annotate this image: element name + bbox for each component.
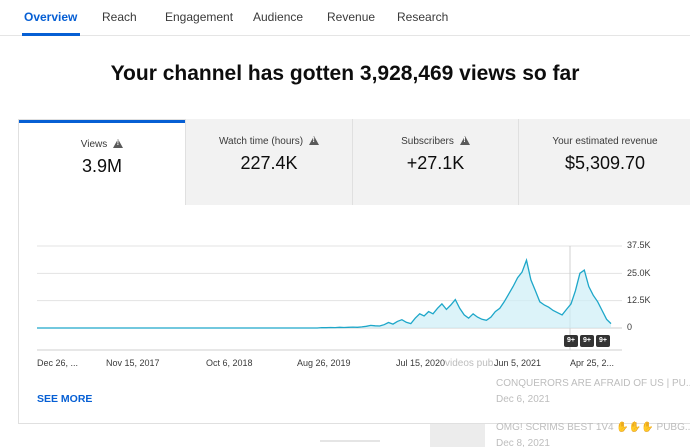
video-publish-marker[interactable]: 9+ <box>580 335 594 347</box>
video-thumbnail <box>430 420 485 447</box>
page-title: Your channel has gotten 3,928,469 views … <box>110 62 580 85</box>
y-tick-label: 12.5K <box>627 295 651 305</box>
x-tick-label: Jun 5, 2021 <box>494 358 542 368</box>
warning-icon <box>113 139 124 148</box>
tab-reach[interactable]: Reach <box>102 10 137 24</box>
video-title: OMG! SCRIMS BEST 1V4 ✋✋✋ PUBG... <box>496 422 690 433</box>
x-tick-label: Dec 26, ... <box>37 358 79 368</box>
metric-value: 227.4K <box>240 153 298 173</box>
metric-tab-subscribers[interactable]: Subscribers +27.1K <box>352 119 518 205</box>
metric-label: Your estimated revenue <box>552 136 658 147</box>
metric-tab-views[interactable]: Views 3.9M <box>19 120 185 205</box>
video-publish-marker[interactable]: 9+ <box>596 335 610 347</box>
video-date: Dec 8, 2021 <box>496 438 550 447</box>
analytics-tab-bar: Overview Reach Engagement Audience Reven… <box>0 0 690 36</box>
tab-audience[interactable]: Audience <box>253 10 303 24</box>
active-tab-indicator <box>22 33 80 36</box>
metric-label: Subscribers <box>401 136 454 147</box>
warning-icon <box>459 136 470 145</box>
tab-engagement[interactable]: Engagement <box>165 10 233 24</box>
y-tick-label: 0 <box>627 322 633 332</box>
x-tick-label: Jul 15, 2020 <box>396 358 446 368</box>
y-tick-label: 25.0K <box>627 268 651 278</box>
metric-label: Watch time (hours) <box>218 136 304 147</box>
metric-tab-watch-time[interactable]: Watch time (hours) 227.4K <box>185 119 352 205</box>
y-tick-label: 37.5K <box>627 240 651 250</box>
metric-label: Views <box>80 139 108 150</box>
metric-value: $5,309.70 <box>564 153 646 173</box>
video-date: Dec 6, 2021 <box>496 394 550 405</box>
x-tick-label: Apr 25, 2... <box>570 358 615 368</box>
video-publish-marker[interactable]: 9+ <box>564 335 578 347</box>
x-tick-label: Aug 26, 2019 <box>297 358 351 368</box>
tab-overview[interactable]: Overview <box>24 10 77 24</box>
warning-icon <box>309 136 320 145</box>
divider <box>320 440 380 442</box>
metric-tab-revenue[interactable]: Your estimated revenue $5,309.70 <box>518 119 690 205</box>
video-title: CONQUERORS ARE AFRAID OF US | PU... <box>496 378 690 389</box>
x-tick-label: Nov 15, 2017 <box>106 358 160 368</box>
metric-value: +27.1K <box>406 153 465 173</box>
tab-revenue[interactable]: Revenue <box>327 10 375 24</box>
x-tick-label: Oct 6, 2018 <box>206 358 253 368</box>
tab-research[interactable]: Research <box>397 10 448 24</box>
see-more-link[interactable]: SEE MORE <box>37 393 92 405</box>
metric-value: 3.9M <box>81 156 123 176</box>
